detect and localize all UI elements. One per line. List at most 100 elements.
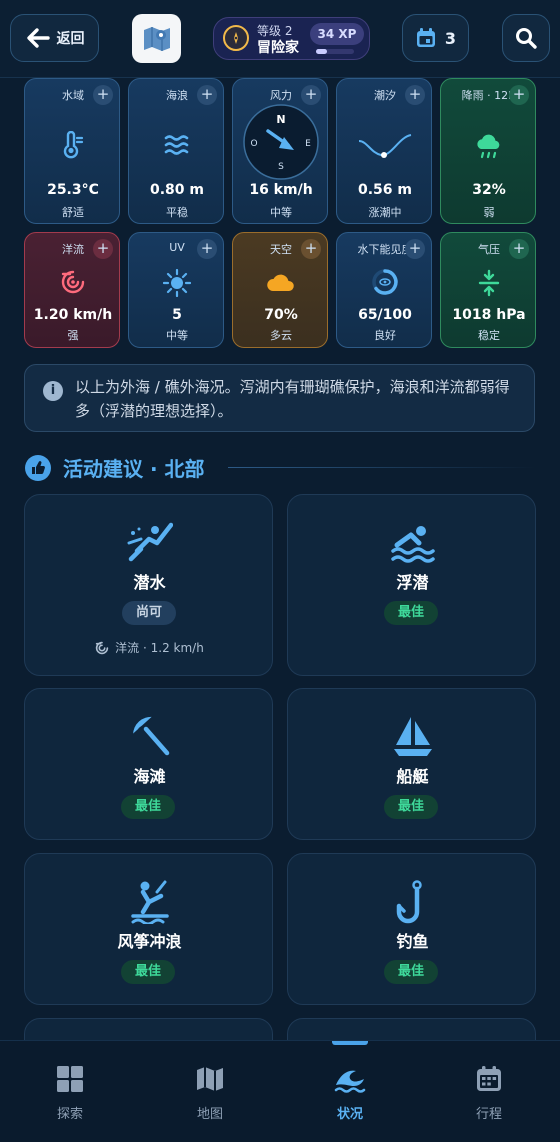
activity-name: 潜水 [133,573,166,592]
metric-value: 0.56 m [357,182,412,198]
metric-tile-wind[interactable]: 风力 + N E S O 16 km/h 中等 [232,78,328,224]
metric-tile-current[interactable]: 洋流 + 1.20 km/h 强 [24,232,120,348]
compass-west-label: O [250,139,257,149]
add-icon[interactable]: + [93,85,113,105]
metric-status: 良好 [374,329,396,342]
add-icon[interactable]: + [405,239,425,259]
metric-tile-waves[interactable]: 海浪 + 0.80 m 平稳 [128,78,224,224]
section-title: 活动建议 · 北部 [63,457,205,481]
current-swirl-icon [25,269,121,295]
metric-value: 16 km/h [249,182,313,198]
metric-status: 平稳 [166,206,188,219]
calendar-icon [454,1065,524,1095]
status-badge: 最佳 [384,960,439,984]
rain-cloud-icon [441,131,537,161]
compass-north-label: N [276,113,285,126]
cloud-icon [233,271,329,295]
nav-label: 行程 [475,1107,502,1122]
activity-card-kitesurfing[interactable]: 风筝冲浪 最佳 [24,853,273,1005]
activity-note-text: 洋流 · 1.2 km/h [115,641,204,655]
back-label: 返回 [56,31,85,47]
nav-tab-map[interactable]: 地图 [175,1065,245,1122]
beach-umbrella-icon [25,715,274,757]
bottom-navigation: 探索 地图 状况 行程 [0,1040,560,1142]
wave-icon [315,1065,385,1095]
xp-progress-bar [316,49,354,54]
pressure-icon [441,269,537,297]
metric-tile-water-temp[interactable]: 水域 + 25.3°C 舒适 [24,78,120,224]
current-swirl-icon [95,641,109,654]
activity-card-snorkeling[interactable]: 浮潜 最佳 [287,494,536,676]
xp-badge: 34 XP [310,23,364,45]
metric-tile-rain[interactable]: 降雨 · 12H + 32% 弱 [440,78,536,224]
activity-card-fishing[interactable]: 钓鱼 最佳 [287,853,536,1005]
itinerary-count: 3 [444,28,457,48]
activity-note: 洋流 · 1.2 km/h [25,639,274,656]
metric-status: 中等 [270,206,292,219]
activity-name: 船艇 [396,767,429,786]
status-badge: 最佳 [121,960,176,984]
metric-value: 0.80 m [149,182,204,198]
diving-icon [25,521,274,565]
calendar-icon [416,28,435,47]
activity-card-beach[interactable]: 海滩 最佳 [24,688,273,840]
waves-icon [129,131,225,159]
app-logo[interactable] [132,14,181,63]
metric-status: 强 [67,329,79,342]
metric-status: 涨潮中 [368,206,402,219]
metric-tile-sky[interactable]: 天空 + 70% 多云 [232,232,328,348]
nav-label: 地图 [196,1107,223,1122]
compass-south-label: S [278,162,284,172]
metric-value: 32% [472,182,506,198]
status-badge: 最佳 [384,795,439,819]
nav-tab-conditions[interactable]: 状况 [315,1065,385,1122]
add-icon[interactable]: + [301,85,321,105]
thermometer-icon [25,131,121,159]
activity-card-boating[interactable]: 船艇 最佳 [287,688,536,840]
top-bar: 返回 等级 2 冒险家 34 XP 3 [0,0,560,78]
level-badge[interactable]: 等级 2 冒险家 34 XP [213,17,370,60]
add-icon[interactable]: + [197,239,217,259]
itinerary-button[interactable]: 3 [402,14,469,62]
metric-value: 65/100 [358,307,412,323]
metric-tile-tide[interactable]: 潮汐 + 0.56 m 涨潮中 [336,78,432,224]
arrow-left-icon [26,28,50,48]
metric-value: 1.20 km/h [33,307,113,323]
active-tab-indicator [332,1041,368,1045]
metric-value: 70% [264,307,298,323]
add-icon[interactable]: + [509,239,529,259]
metric-tile-pressure[interactable]: 气压 + 1018 hPa 稳定 [440,232,536,348]
search-button[interactable] [502,14,550,62]
wind-compass-icon: N E S O [233,103,329,181]
grid-icon [35,1065,105,1095]
nav-tab-explore[interactable]: 探索 [35,1065,105,1122]
visibility-ring-icon [337,267,433,297]
nav-tab-itinerary[interactable]: 行程 [454,1065,524,1122]
activity-name: 风筝冲浪 [117,932,182,951]
kitesurf-icon [25,880,274,924]
status-badge: 最佳 [121,795,176,819]
metric-value: 1018 hPa [452,307,526,323]
activity-card-diving[interactable]: 潜水 尚可 洋流 · 1.2 km/h [24,494,273,676]
status-badge: 最佳 [384,601,439,625]
add-icon[interactable]: + [509,85,529,105]
sailboat-icon [288,715,537,759]
add-icon[interactable]: + [301,239,321,259]
add-icon[interactable]: + [405,85,425,105]
metric-tile-uv[interactable]: UV + 5 中等 [128,232,224,348]
thumbs-up-icon [25,455,51,481]
add-icon[interactable]: + [197,85,217,105]
activity-name: 钓鱼 [396,932,429,951]
tide-curve-icon [337,131,433,161]
back-button[interactable]: 返回 [10,14,99,62]
metric-tile-visibility[interactable]: 水下能见度 + 65/100 良好 [336,232,432,348]
metric-status: 弱 [483,206,495,219]
nav-label: 探索 [56,1107,83,1122]
compass-icon [223,25,249,51]
compass-east-label: E [305,139,311,149]
add-icon[interactable]: + [93,239,113,259]
level-title: 冒险家 [257,40,299,56]
info-text: 以上为外海 / 礁外海况。泻湖内有珊瑚礁保护，海浪和洋流都弱得多（浮潜的理想选择… [75,378,510,420]
swimming-icon [288,521,537,565]
search-icon [516,28,537,49]
